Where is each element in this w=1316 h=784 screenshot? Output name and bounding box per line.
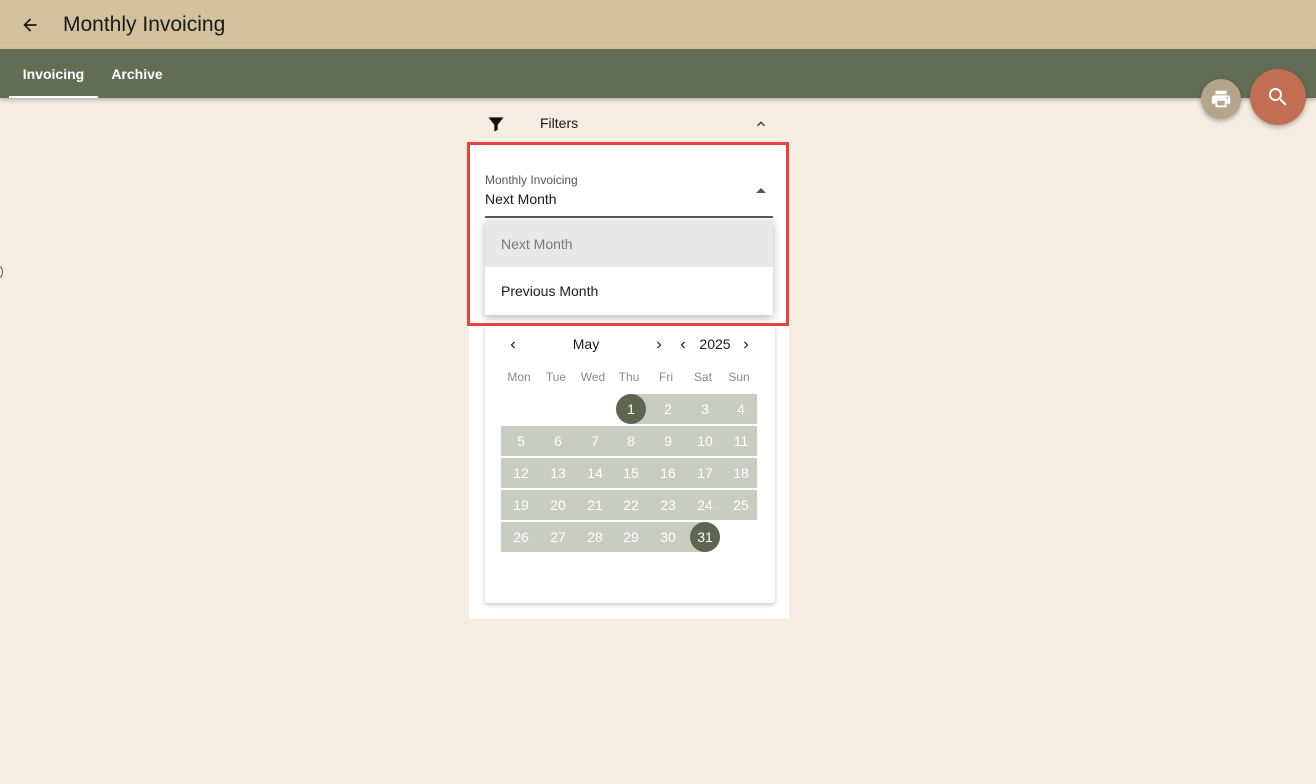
calendar-day-selected[interactable]: 1 [616,394,646,424]
calendar-day[interactable]: 2 [652,394,684,424]
arrow-left-icon [23,17,37,32]
calendar-day[interactable]: 8 [615,426,647,456]
option-previous-month[interactable]: Previous Month [485,267,773,315]
weekday-label: Sat [693,370,712,384]
calendar-day[interactable]: 25 [725,490,757,520]
calendar-day[interactable]: 19 [505,490,537,520]
calendar-day-selected[interactable]: 31 [690,522,720,552]
calendar-day[interactable]: 23 [652,490,684,520]
calendar-day[interactable]: 16 [652,458,684,488]
chevron-up-icon [757,121,765,127]
next-month-button[interactable] [650,336,668,354]
calendar-day[interactable]: 27 [542,522,574,552]
tab-invoicing[interactable]: Invoicing [9,49,98,98]
filter-icon [488,117,504,132]
weekday-label: Fri [659,370,673,384]
calendar-day[interactable]: 12 [505,458,537,488]
calendar-day[interactable]: 17 [689,458,721,488]
calendar-day[interactable]: 21 [579,490,611,520]
calendar-day[interactable]: 26 [505,522,537,552]
app-bar: Monthly Invoicing [0,0,1316,49]
caret-up-icon [756,188,766,193]
calendar-day[interactable]: 30 [652,522,684,552]
calendar-day[interactable]: 5 [505,426,537,456]
weekday-label: Sun [728,370,750,384]
calendar-day[interactable]: 28 [579,522,611,552]
calendar: May 2025 Mon Tue Wed Thu Fri Sat Sun 123… [485,326,775,603]
chevron-right-icon [657,341,662,349]
weekday-label: Mon [507,370,531,384]
filters-header[interactable]: Filters [469,103,789,143]
calendar-day[interactable]: 22 [615,490,647,520]
print-icon [1211,90,1231,108]
print-button[interactable] [1201,79,1241,119]
select-dropdown: Next Month Previous Month [485,220,773,315]
calendar-day[interactable]: 6 [542,426,574,456]
calendar-day[interactable]: 4 [725,394,757,424]
search-button[interactable] [1250,69,1306,125]
drawer-handle[interactable] [0,266,3,278]
select-value: Next Month [485,191,557,207]
calendar-day[interactable]: 14 [579,458,611,488]
filters-label: Filters [540,115,579,131]
calendar-day[interactable]: 9 [652,426,684,456]
chevron-right-icon [744,341,749,349]
calendar-day[interactable]: 24 [689,490,721,520]
back-button[interactable] [0,0,60,49]
weekday-label: Thu [618,370,640,384]
calendar-day[interactable]: 11 [725,426,757,456]
search-icon [1269,88,1287,106]
calendar-day[interactable]: 20 [542,490,574,520]
calendar-day[interactable]: 18 [725,458,757,488]
calendar-day[interactable]: 13 [542,458,574,488]
next-year-button[interactable] [737,336,755,354]
tab-bar: Invoicing Archive [0,49,1316,98]
weekday-label: Tue [545,370,567,384]
calendar-year: 2025 [699,336,731,352]
tab-archive[interactable]: Archive [98,49,176,98]
calendar-month: May [572,336,600,352]
prev-month-button[interactable] [504,336,522,354]
prev-year-button[interactable] [674,336,692,354]
collapse-filters-button[interactable] [750,113,772,135]
select-label: Monthly Invoicing [485,173,578,187]
calendar-day[interactable]: 10 [689,426,721,456]
calendar-day[interactable]: 29 [615,522,647,552]
option-next-month[interactable]: Next Month [485,220,773,267]
calendar-day[interactable]: 15 [615,458,647,488]
page-title: Monthly Invoicing [63,12,226,36]
monthly-invoicing-select[interactable]: Monthly Invoicing Next Month [485,163,773,218]
calendar-day[interactable]: 7 [579,426,611,456]
weekday-label: Wed [580,370,606,384]
chevron-left-icon [680,341,685,349]
chevron-left-icon [510,341,515,349]
calendar-day[interactable]: 3 [689,394,721,424]
